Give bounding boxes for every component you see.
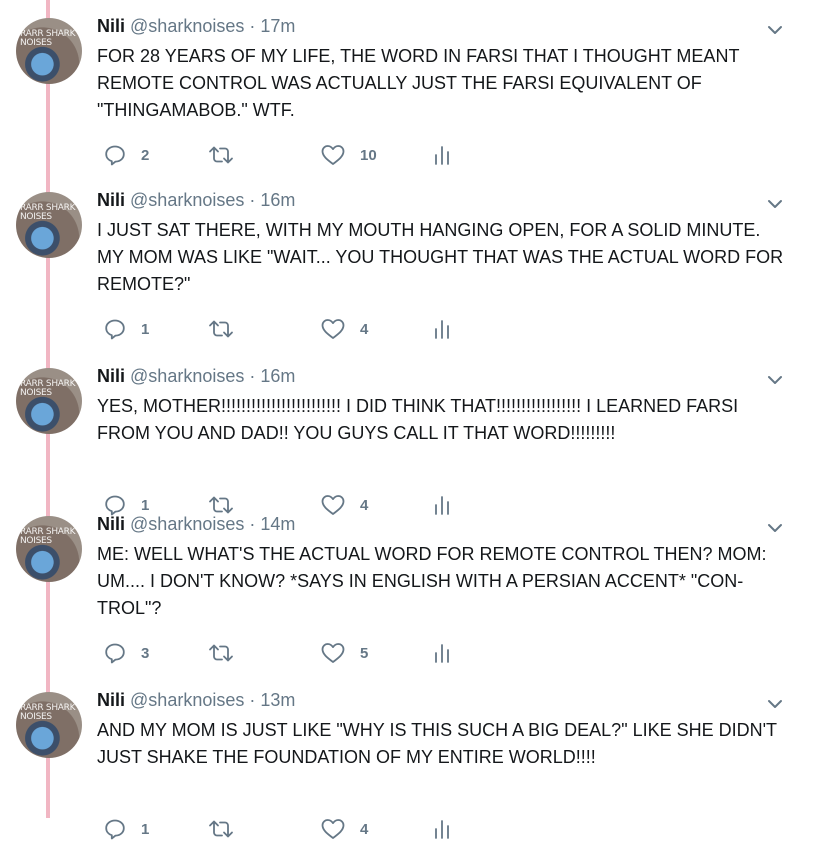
- like-count: 10: [360, 146, 377, 164]
- analytics-icon: [433, 641, 451, 665]
- retweet-icon: [207, 641, 235, 665]
- author-handle[interactable]: @sharknoises: [130, 366, 244, 386]
- tweet-timestamp[interactable]: 13m: [260, 690, 295, 710]
- heart-icon: [320, 641, 346, 665]
- retweet-button[interactable]: [207, 814, 235, 844]
- like-count: 4: [360, 820, 369, 838]
- analytics-button[interactable]: [433, 638, 451, 668]
- avatar-text: RARR SHARK NOISES: [20, 527, 76, 546]
- heart-icon: [320, 817, 346, 841]
- reply-count: 3: [141, 644, 150, 662]
- tweet-text: ME: WELL WHAT'S THE ACTUAL WORD FOR REMO…: [97, 544, 767, 618]
- tweet[interactable]: RARR SHARK NOISES Nili @sharknoises · 16…: [0, 352, 815, 524]
- reply-button[interactable]: 2: [103, 140, 149, 170]
- reply-icon: [103, 817, 127, 841]
- heart-icon: [320, 143, 346, 167]
- tweet-header: Nili @sharknoises · 17m: [97, 14, 295, 38]
- tweet[interactable]: RARR SHARK NOISES Nili @sharknoises · 14…: [0, 500, 815, 672]
- tweet-text: YES, MOTHER!!!!!!!!!!!!!!!!!!!!!!!! I DI…: [97, 396, 739, 443]
- tweet[interactable]: RARR SHARK NOISES Nili @sharknoises · 13…: [0, 676, 815, 848]
- tweet-header: Nili @sharknoises · 13m: [97, 688, 295, 712]
- like-button[interactable]: 5: [320, 638, 368, 668]
- separator-dot: ·: [249, 366, 256, 386]
- chevron-down-icon[interactable]: [764, 369, 786, 391]
- retweet-icon: [207, 317, 235, 341]
- avatar[interactable]: RARR SHARK NOISES: [16, 516, 82, 582]
- author-name[interactable]: Nili: [97, 690, 125, 710]
- author-name[interactable]: Nili: [97, 190, 125, 210]
- reply-count: 1: [141, 320, 150, 338]
- separator-dot: ·: [249, 16, 256, 36]
- avatar[interactable]: RARR SHARK NOISES: [16, 18, 82, 84]
- reply-button[interactable]: 1: [103, 314, 149, 344]
- tweet-timestamp[interactable]: 16m: [260, 366, 295, 386]
- tweet-text: AND MY MOM IS JUST LIKE "WHY IS THIS SUC…: [97, 720, 777, 767]
- tweet-timestamp[interactable]: 16m: [260, 190, 295, 210]
- retweet-icon: [207, 143, 235, 167]
- separator-dot: ·: [249, 190, 256, 210]
- reply-count: 2: [141, 146, 150, 164]
- tweet-timestamp[interactable]: 17m: [260, 16, 295, 36]
- tweet[interactable]: RARR SHARK NOISES Nili @sharknoises · 16…: [0, 176, 815, 348]
- retweet-button[interactable]: [207, 140, 235, 170]
- avatar-text: RARR SHARK NOISES: [20, 703, 76, 722]
- avatar[interactable]: RARR SHARK NOISES: [16, 368, 82, 434]
- heart-icon: [320, 317, 346, 341]
- retweet-button[interactable]: [207, 314, 235, 344]
- reply-button[interactable]: 3: [103, 638, 149, 668]
- analytics-icon: [433, 317, 451, 341]
- like-button[interactable]: 10: [320, 140, 377, 170]
- tweet-header: Nili @sharknoises · 16m: [97, 188, 295, 212]
- tweet[interactable]: RARR SHARK NOISES Nili @sharknoises · 17…: [0, 2, 815, 174]
- retweet-icon: [207, 817, 235, 841]
- analytics-button[interactable]: [433, 140, 451, 170]
- like-count: 4: [360, 320, 369, 338]
- avatar-text: RARR SHARK NOISES: [20, 29, 76, 48]
- avatar-text: RARR SHARK NOISES: [20, 203, 76, 222]
- reply-button[interactable]: 1: [103, 814, 149, 844]
- tweet-actions: 1 4: [0, 314, 815, 344]
- chevron-down-icon[interactable]: [764, 693, 786, 715]
- chevron-down-icon[interactable]: [764, 517, 786, 539]
- tweet-actions: 3 5: [0, 638, 815, 668]
- avatar-text: RARR SHARK NOISES: [20, 379, 76, 398]
- reply-icon: [103, 317, 127, 341]
- like-count: 5: [360, 644, 369, 662]
- analytics-icon: [433, 817, 451, 841]
- like-button[interactable]: 4: [320, 814, 368, 844]
- reply-icon: [103, 641, 127, 665]
- author-handle[interactable]: @sharknoises: [130, 16, 244, 36]
- tweet-actions: 1 4: [0, 814, 815, 844]
- tweet-text: FOR 28 YEARS OF MY LIFE, THE WORD IN FAR…: [97, 46, 740, 120]
- tweet-header: Nili @sharknoises · 16m: [97, 364, 295, 388]
- analytics-button[interactable]: [433, 814, 451, 844]
- tweet-timestamp[interactable]: 14m: [260, 514, 295, 534]
- retweet-button[interactable]: [207, 638, 235, 668]
- avatar[interactable]: RARR SHARK NOISES: [16, 192, 82, 258]
- tweet-actions: 2 10: [0, 140, 815, 170]
- reply-icon: [103, 143, 127, 167]
- chevron-down-icon[interactable]: [764, 193, 786, 215]
- tweet-header: Nili @sharknoises · 14m: [97, 512, 295, 536]
- author-name[interactable]: Nili: [97, 514, 125, 534]
- chevron-down-icon[interactable]: [764, 19, 786, 41]
- like-button[interactable]: 4: [320, 314, 368, 344]
- analytics-icon: [433, 143, 451, 167]
- author-handle[interactable]: @sharknoises: [130, 190, 244, 210]
- author-handle[interactable]: @sharknoises: [130, 514, 244, 534]
- analytics-button[interactable]: [433, 314, 451, 344]
- reply-count: 1: [141, 820, 150, 838]
- separator-dot: ·: [249, 690, 256, 710]
- tweet-text: I JUST SAT THERE, WITH MY MOUTH HANGING …: [97, 220, 784, 294]
- author-name[interactable]: Nili: [97, 366, 125, 386]
- avatar[interactable]: RARR SHARK NOISES: [16, 692, 82, 758]
- separator-dot: ·: [249, 514, 256, 534]
- author-name[interactable]: Nili: [97, 16, 125, 36]
- author-handle[interactable]: @sharknoises: [130, 690, 244, 710]
